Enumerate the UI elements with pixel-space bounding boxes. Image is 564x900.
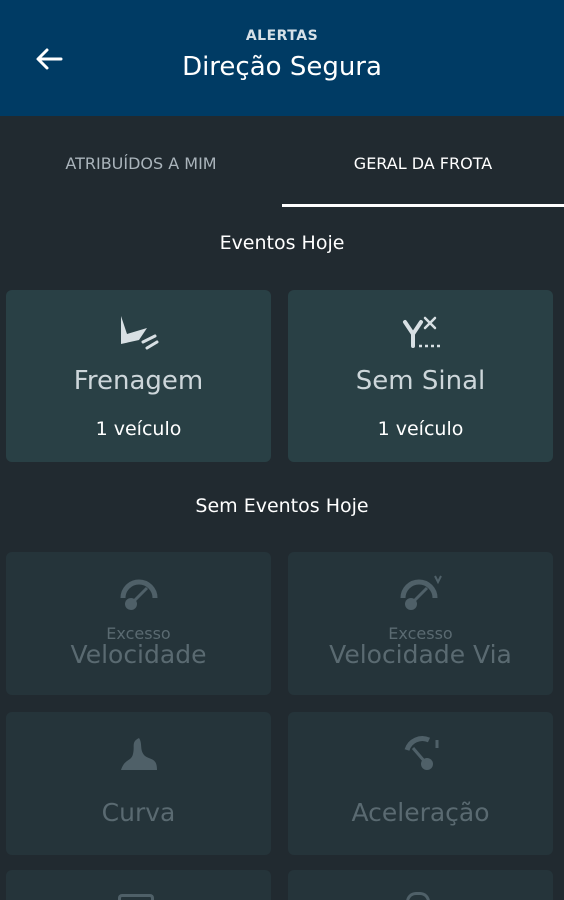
card-subtitle: 1 veículo <box>377 418 464 440</box>
acceleration-icon <box>404 736 438 770</box>
page-title: Direção Segura <box>182 52 382 82</box>
tab-fleet-overview[interactable]: GERAL DA FROTA <box>282 116 564 210</box>
event-card-curve[interactable]: Curva <box>6 712 271 855</box>
event-card-speeding[interactable]: Excesso Velocidade <box>6 552 271 695</box>
event-card-no-signal[interactable]: Sem Sinal 1 veículo <box>288 290 553 462</box>
event-card-partial[interactable] <box>6 870 271 900</box>
event-card-road-speeding[interactable]: Excesso Velocidade Via <box>288 552 553 695</box>
no-signal-icon <box>402 316 441 348</box>
tab-bar: ATRIBUÍDOS A MIM GERAL DA FROTA <box>0 116 564 210</box>
speedometer-icon <box>120 579 157 610</box>
event-card-acceleration[interactable]: Aceleração <box>288 712 553 855</box>
card-title: Velocidade <box>70 640 207 669</box>
partial-icon <box>406 892 430 900</box>
road-speed-icon <box>400 575 442 610</box>
curve-icon <box>120 738 157 770</box>
tab-assigned-to-me[interactable]: ATRIBUÍDOS A MIM <box>0 116 282 210</box>
card-title: Frenagem <box>73 366 204 396</box>
app-bar: ALERTAS Direção Segura <box>0 0 564 116</box>
card-title: Velocidade Via <box>329 640 512 669</box>
partial-icon <box>118 894 154 900</box>
app-bar-overline: ALERTAS <box>245 28 319 44</box>
event-card-braking[interactable]: Frenagem 1 veículo <box>6 290 271 462</box>
section-heading-no-events: Sem Eventos Hoje <box>195 495 369 517</box>
braking-icon <box>120 316 158 350</box>
event-card-partial[interactable] <box>288 870 553 900</box>
card-title: Sem Sinal <box>355 366 486 396</box>
section-heading-today-events: Eventos Hoje <box>219 232 345 254</box>
card-title: Curva <box>101 798 176 827</box>
card-subtitle: 1 veículo <box>95 418 182 440</box>
card-title: Aceleração <box>351 798 490 827</box>
tab-indicator <box>282 204 564 207</box>
